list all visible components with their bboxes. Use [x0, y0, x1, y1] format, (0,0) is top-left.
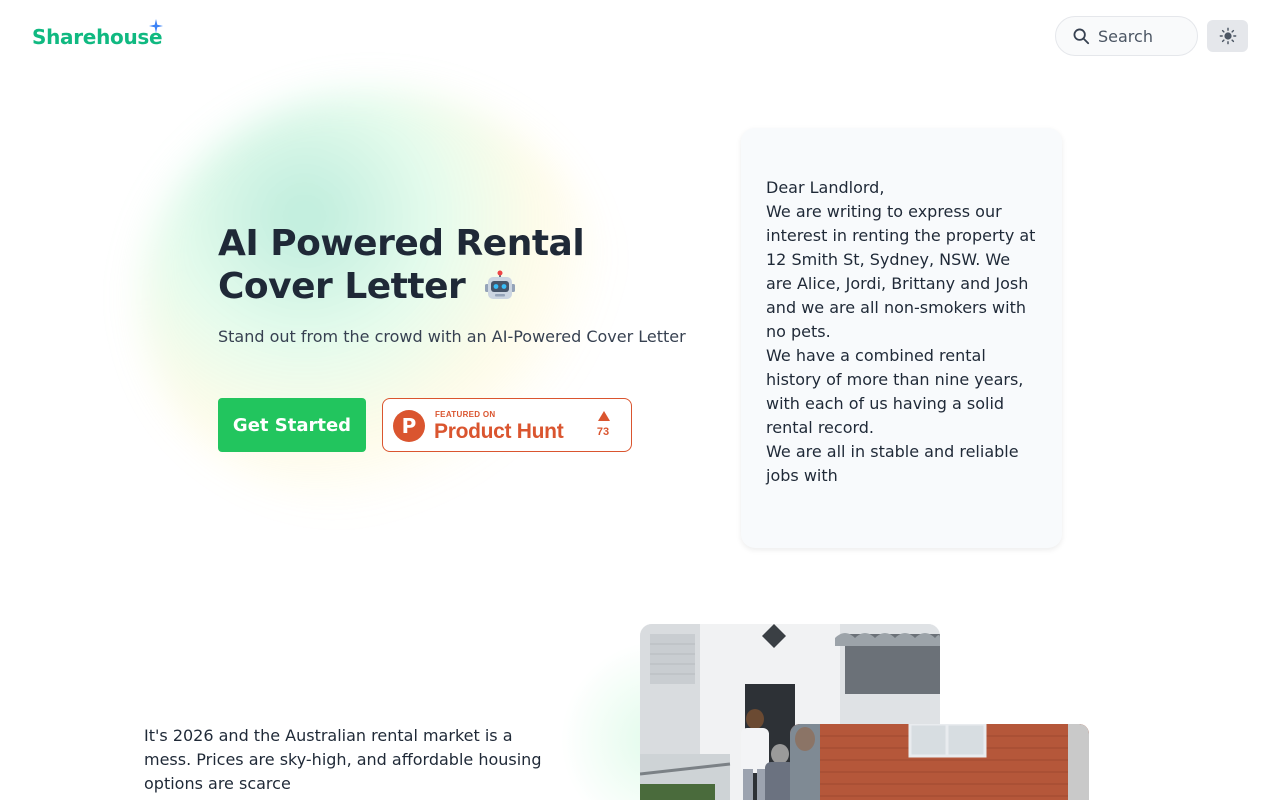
- sun-icon: [1219, 27, 1236, 45]
- product-hunt-name: Product Hunt: [434, 420, 564, 443]
- letter-paragraph: We are writing to express our interest i…: [766, 202, 1036, 341]
- product-hunt-featured-label: FEATURED ON: [435, 410, 496, 419]
- letter-paragraph: We are all in stable and reliable jobs w…: [766, 442, 1019, 485]
- upvote-arrow-icon: [598, 411, 610, 421]
- letter-greeting: Dear Landlord,: [766, 178, 885, 197]
- logo-text: Sharehouse: [32, 25, 163, 49]
- theme-toggle-button[interactable]: [1207, 20, 1248, 52]
- get-started-button[interactable]: Get Started: [218, 398, 366, 452]
- search-placeholder: Search: [1098, 26, 1153, 46]
- cover-letter-preview: Dear Landlord, We are writing to express…: [741, 128, 1062, 548]
- letter-paragraph: We have a combined rental history of mor…: [766, 346, 1024, 437]
- product-hunt-logo-icon: P: [393, 410, 425, 442]
- hero-title-line2: Cover Letter: [218, 266, 466, 307]
- hero-title: AI Powered Rental Cover Letter: [218, 222, 638, 308]
- search-icon: [1073, 28, 1090, 45]
- rental-market-text: It's 2026 and the Australian rental mark…: [144, 726, 542, 793]
- hero-title-line1: AI Powered Rental: [218, 223, 585, 264]
- top-nav: Sharehouse Search: [0, 0, 1280, 72]
- brick-house-photo: [790, 724, 1089, 800]
- robot-icon: [485, 270, 516, 299]
- upvote-count: 73: [596, 426, 610, 438]
- search-input[interactable]: Search: [1055, 16, 1198, 56]
- sparkle-icon: [149, 19, 163, 33]
- sharehouse-logo[interactable]: Sharehouse: [32, 19, 163, 49]
- hero-subtitle: Stand out from the crowd with an AI-Powe…: [218, 327, 686, 346]
- product-hunt-badge[interactable]: P FEATURED ON Product Hunt 73: [382, 398, 632, 452]
